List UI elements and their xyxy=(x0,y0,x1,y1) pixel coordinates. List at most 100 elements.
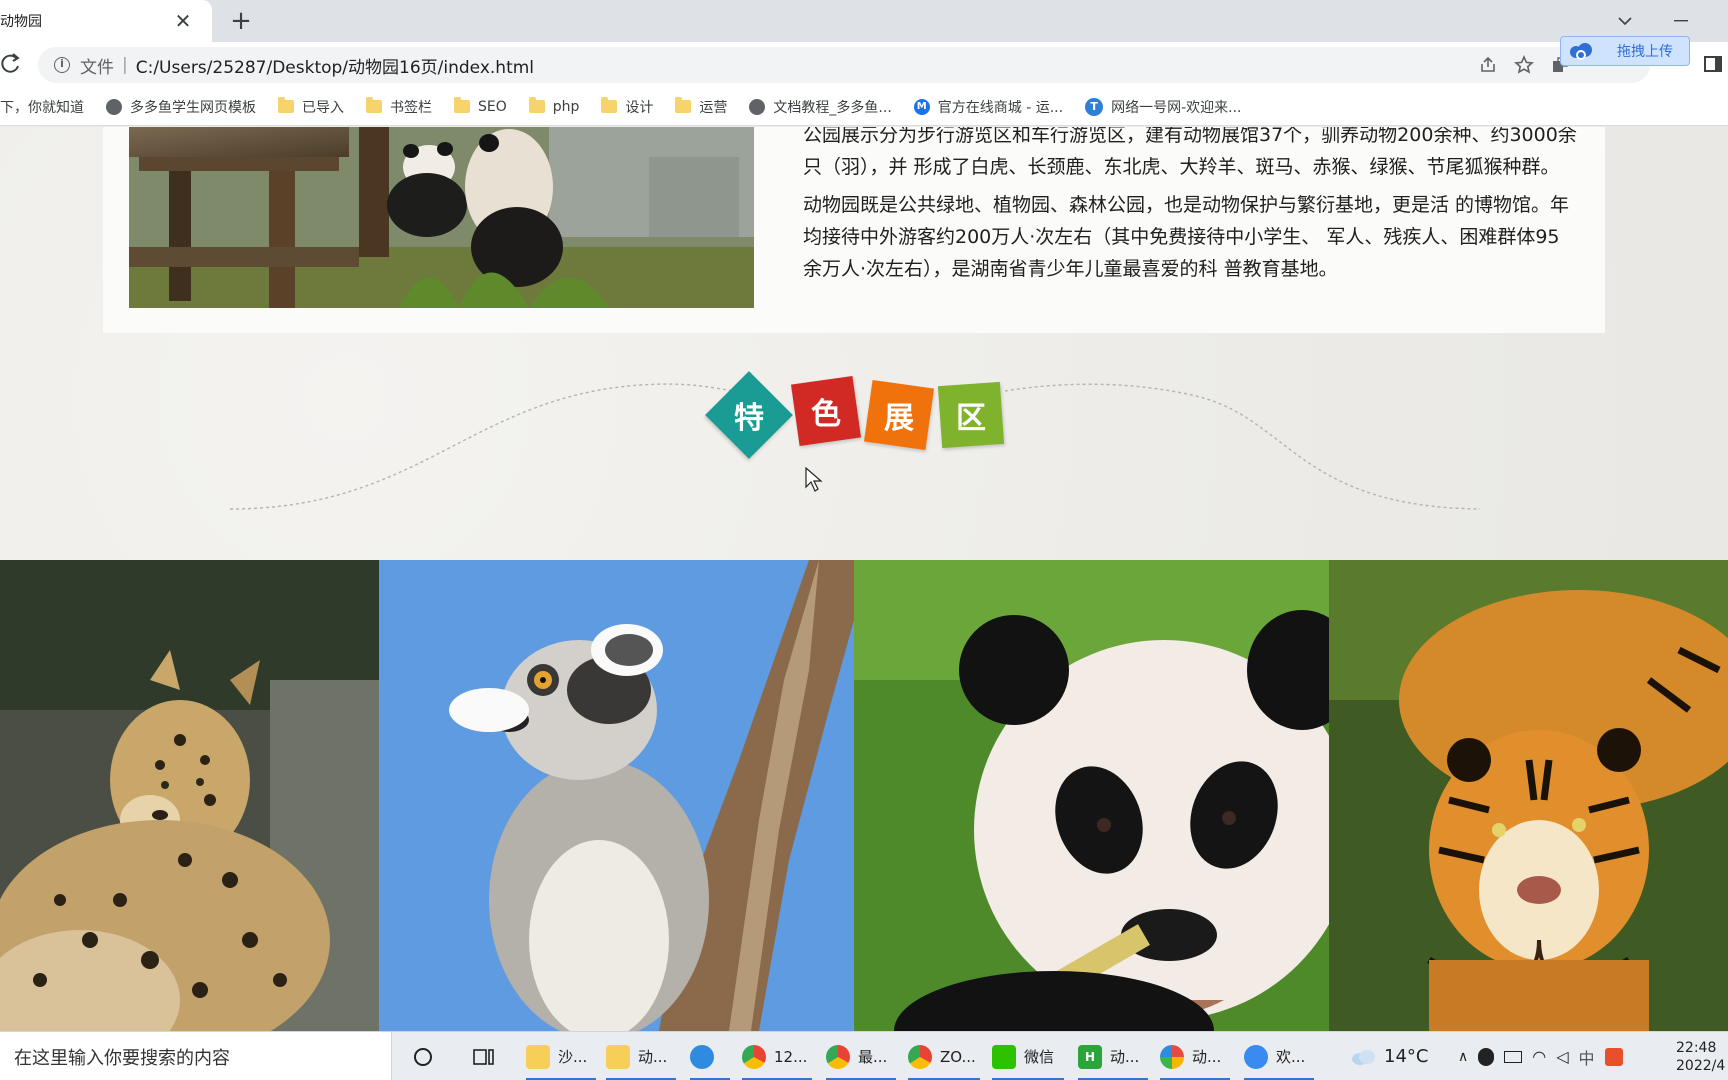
folder-icon xyxy=(601,97,618,113)
taskbar-app-label: 欢... xyxy=(1276,1048,1306,1066)
cloud-weather-icon xyxy=(1352,1049,1375,1065)
bookmark-item[interactable]: 文档教程_多多鱼... xyxy=(749,97,892,117)
taskbar-app-label: 动... xyxy=(638,1048,668,1066)
close-tab-icon[interactable]: ✕ xyxy=(172,9,194,33)
intro-paragraph-1: 公园展示分为步行游览区和车行游览区，建有动物展馆37个，驯养动物200余种、约3… xyxy=(803,127,1577,178)
qq-icon[interactable] xyxy=(1478,1047,1495,1066)
taskbar-app-chrome-3[interactable]: ZO... xyxy=(908,1032,980,1080)
bookmark-item[interactable]: T 网络一号网-欢迎来... xyxy=(1085,97,1242,117)
hbuilder-icon: H xyxy=(1078,1044,1102,1069)
bookmark-label: 文档教程_多多鱼... xyxy=(773,99,892,116)
weather-widget[interactable]: 14°C xyxy=(1350,1032,1428,1080)
tiger-photo[interactable] xyxy=(1329,560,1728,1031)
cortana-icon[interactable] xyxy=(412,1032,434,1080)
chrome-icon xyxy=(742,1044,766,1069)
ime-indicator[interactable]: 中 xyxy=(1579,1045,1595,1069)
chrome-icon xyxy=(826,1044,850,1069)
globe-icon xyxy=(749,98,766,115)
bookmark-folder[interactable]: 运营 xyxy=(675,97,727,117)
drag-upload-label: 拖拽上传 xyxy=(1617,44,1673,60)
minimize-icon[interactable] xyxy=(1668,8,1694,34)
chevron-down-icon[interactable] xyxy=(1612,8,1638,34)
bookmark-label: 下，你就知道 xyxy=(0,99,84,116)
lemur-photo[interactable] xyxy=(379,560,854,1031)
folder-icon xyxy=(454,97,470,113)
folder-icon xyxy=(606,1044,630,1069)
taskbar-search-box[interactable]: 在这里输入你要搜索的内容 xyxy=(0,1032,392,1080)
bookmark-folder[interactable]: 书签栏 xyxy=(366,97,432,117)
intro-text: 公园展示分为步行游览区和车行游览区，建有动物展馆37个，驯养动物200余种、约3… xyxy=(803,127,1578,291)
mouse-pointer-icon xyxy=(805,467,823,492)
bookmark-item[interactable]: M 官方在线商城 - 运... xyxy=(913,97,1064,117)
taskbar-app-chrome-1[interactable]: 12... xyxy=(742,1032,812,1080)
taskbar-app-paint[interactable]: 动... xyxy=(1160,1032,1230,1080)
intro-card: 公园展示分为步行游览区和车行游览区，建有动物展馆37个，驯养动物200余种、约3… xyxy=(103,127,1605,333)
feature-tile-se-char: 色 xyxy=(811,397,841,432)
bookmark-folder[interactable]: php xyxy=(528,97,580,115)
bookmark-label: 设计 xyxy=(625,99,654,116)
paint-icon xyxy=(1160,1044,1184,1069)
leopard-photo[interactable] xyxy=(0,560,379,1031)
folder-icon xyxy=(366,97,382,113)
feature-tile-qu-char: 区 xyxy=(956,401,986,436)
reload-icon[interactable] xyxy=(0,52,24,78)
folder-icon xyxy=(278,97,294,113)
network-site-icon: T xyxy=(1085,97,1104,116)
bookmark-item[interactable]: 下，你就知道 xyxy=(0,97,84,117)
bookmark-folder[interactable]: 已导入 xyxy=(278,97,344,117)
taskbar-app-hbuilder[interactable]: H 动... xyxy=(1078,1032,1148,1080)
tray-chevron-up-icon[interactable]: ∧ xyxy=(1458,1049,1468,1065)
wechat-icon xyxy=(992,1044,1016,1069)
panda-enclosure-photo xyxy=(129,127,754,308)
system-tray: ∧ ◠ ◁ 中 xyxy=(1458,1032,1623,1080)
address-bar[interactable]: i 文件 | C:/Users/25287/Desktop/动物园16页/ind… xyxy=(38,47,1650,83)
sogou-ime-icon[interactable] xyxy=(1604,1047,1623,1066)
intro-paragraph-2: 动物园既是公共绿地、植物园、森林公园，也是动物保护与繁衍基地，更是活 的博物馆。… xyxy=(803,194,1570,280)
tab-zoo[interactable]: 动物园 ✕ xyxy=(0,0,212,42)
url-text[interactable]: C:/Users/25287/Desktop/动物园16页/index.html xyxy=(136,53,534,78)
bookmark-item[interactable]: 多多鱼学生网页模板 xyxy=(106,97,256,117)
clock-time: 22:48 xyxy=(1676,1039,1717,1056)
folder-icon xyxy=(528,97,545,113)
drag-upload-extension[interactable]: 拖拽上传 xyxy=(1560,36,1690,66)
feature-tile-zhan: 展 xyxy=(863,379,935,451)
taskbar-app-folder-1[interactable]: 沙... xyxy=(526,1032,596,1080)
mi-store-icon: M xyxy=(913,98,930,115)
taskbar-app-edge[interactable] xyxy=(690,1032,730,1080)
edge-icon xyxy=(690,1044,714,1069)
featured-animals-gallery xyxy=(0,560,1728,1031)
taskbar-app-label: 沙... xyxy=(558,1048,588,1066)
taskbar-app-baidu[interactable]: 欢... xyxy=(1244,1032,1314,1080)
taskbar-app-chrome-2[interactable]: 最... xyxy=(826,1032,896,1080)
taskbar-app-label: 动... xyxy=(1192,1048,1222,1066)
taskbar-app-label: ZO... xyxy=(940,1047,976,1066)
bookmark-label: 多多鱼学生网页模板 xyxy=(130,99,256,116)
tab-bar: 动物园 ✕ + xyxy=(0,0,1728,42)
cloud-icon xyxy=(1570,43,1592,60)
task-view-icon[interactable] xyxy=(472,1032,496,1080)
volume-icon[interactable]: ◁ xyxy=(1556,1047,1568,1066)
bookmark-label: 官方在线商城 - 运... xyxy=(937,99,1064,116)
info-icon[interactable]: i xyxy=(54,57,70,73)
bookmark-folder[interactable]: 设计 xyxy=(601,97,653,117)
windows-taskbar: 在这里输入你要搜索的内容 沙... 动... 12... 最... ZO... … xyxy=(0,1031,1728,1080)
new-tab-button[interactable]: + xyxy=(226,6,256,36)
bookmark-folder[interactable]: SEO xyxy=(454,97,507,115)
clock[interactable]: 22:48 2022/4 xyxy=(1676,1032,1725,1080)
taskbar-app-wechat[interactable]: 微信 xyxy=(992,1032,1064,1080)
taskbar-app-folder-2[interactable]: 动... xyxy=(606,1032,676,1080)
feature-tile-te-char: 特 xyxy=(734,401,764,436)
chrome-icon xyxy=(908,1044,932,1069)
dotted-wave-decoration xyxy=(229,383,1481,510)
weather-temperature: 14°C xyxy=(1384,1046,1429,1067)
star-icon[interactable] xyxy=(1514,55,1534,75)
panda-photo[interactable] xyxy=(854,560,1329,1031)
page-viewport[interactable]: 公园展示分为步行游览区和车行游览区，建有动物展馆37个，驯养动物200余种、约3… xyxy=(0,127,1728,1031)
share-icon[interactable] xyxy=(1478,55,1498,75)
bookmark-label: php xyxy=(552,98,580,115)
baidu-netdisk-icon xyxy=(1244,1044,1268,1069)
bookmark-label: 运营 xyxy=(699,99,728,116)
battery-icon[interactable] xyxy=(1504,1050,1523,1063)
side-panel-icon[interactable] xyxy=(1704,56,1722,72)
wifi-icon[interactable]: ◠ xyxy=(1532,1047,1546,1066)
